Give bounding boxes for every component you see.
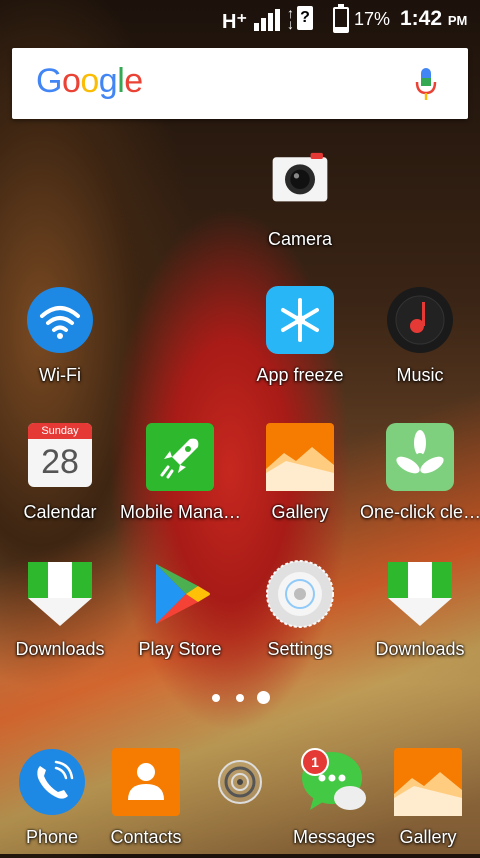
- app-downloads-2[interactable]: Downloads: [360, 560, 480, 670]
- dock-label: Contacts: [110, 827, 182, 847]
- app-mobile-manager[interactable]: Mobile Mana…: [120, 423, 240, 533]
- signal-icon: [254, 9, 284, 31]
- page-dot-active[interactable]: [257, 691, 270, 704]
- battery-icon: [333, 4, 349, 33]
- calendar-icon: Sunday 28: [28, 423, 92, 487]
- gallery-icon: [394, 748, 462, 816]
- download-icon: [28, 562, 92, 626]
- wifi-icon: [27, 287, 93, 353]
- app-wifi[interactable]: Wi-Fi: [0, 286, 120, 396]
- app-label: Calendar: [23, 502, 97, 522]
- network-type: H⁺: [222, 11, 247, 33]
- notification-badge: 1: [301, 748, 329, 776]
- music-icon: [387, 287, 453, 353]
- gallery-icon: [266, 423, 334, 491]
- app-label: Camera: [267, 229, 333, 249]
- app-settings[interactable]: Settings: [240, 560, 360, 670]
- google-logo: Google: [36, 62, 143, 100]
- app-label: Wi-Fi: [39, 365, 81, 385]
- data-arrows-icon: ↑ ↓: [287, 5, 294, 32]
- dock-contacts[interactable]: Contacts: [86, 748, 206, 858]
- rocket-icon: [146, 423, 214, 491]
- page-dot[interactable]: [236, 694, 244, 702]
- app-label: App freeze: [256, 365, 344, 385]
- app-one-click-clean[interactable]: One-click cle…: [360, 423, 480, 533]
- app-calendar[interactable]: Sunday 28 Calendar: [0, 423, 120, 533]
- app-drawer-button[interactable]: [216, 758, 264, 806]
- status-bar: H⁺ ↑ ↓ ? 17% 1:42 PM: [0, 0, 480, 40]
- app-label: Mobile Mana…: [120, 502, 240, 522]
- fan-icon: [386, 423, 454, 491]
- app-label: One-click cle…: [360, 502, 480, 522]
- app-label: Play Store: [138, 639, 222, 659]
- app-drawer-icon: [218, 760, 262, 804]
- app-label: Downloads: [375, 639, 465, 659]
- sim-unknown-icon: ?: [297, 6, 313, 30]
- app-label: Gallery: [271, 502, 329, 522]
- gear-icon: [266, 560, 334, 628]
- app-downloads[interactable]: Downloads: [0, 560, 120, 670]
- play-store-icon: [156, 564, 210, 624]
- dock-label: Gallery: [399, 827, 457, 847]
- google-search-bar[interactable]: Google: [12, 48, 468, 119]
- app-gallery[interactable]: Gallery: [240, 423, 360, 533]
- clock: 1:42 PM: [400, 7, 468, 30]
- app-music[interactable]: Music: [360, 286, 480, 396]
- app-label: Downloads: [15, 639, 105, 659]
- app-camera[interactable]: Camera: [240, 152, 360, 262]
- battery-percent: 17%: [354, 9, 391, 29]
- dock-gallery[interactable]: Gallery: [368, 748, 480, 858]
- contacts-icon: [112, 748, 180, 816]
- calendar-day: Sunday: [28, 423, 92, 439]
- app-play-store[interactable]: Play Store: [120, 560, 240, 670]
- app-label: Music: [396, 365, 444, 385]
- page-dot[interactable]: [212, 694, 220, 702]
- mic-icon[interactable]: [414, 66, 438, 102]
- snowflake-icon: [266, 286, 334, 354]
- phone-icon: [19, 749, 85, 815]
- calendar-date: 28: [41, 443, 79, 481]
- download-icon: [388, 562, 452, 626]
- app-label: Settings: [267, 639, 333, 659]
- app-app-freeze[interactable]: App freeze: [240, 286, 360, 396]
- camera-icon: [272, 152, 328, 202]
